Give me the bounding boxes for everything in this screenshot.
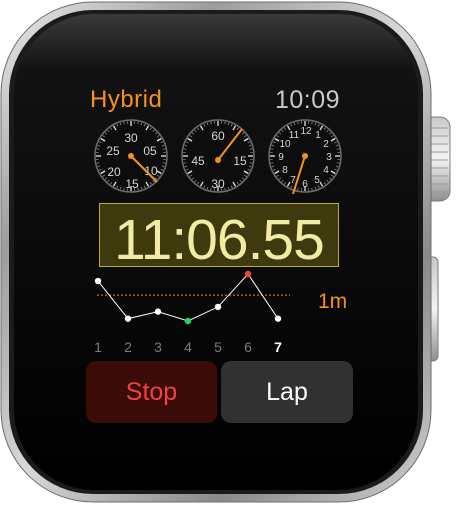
dial-label: 15 bbox=[233, 154, 247, 168]
lap-point bbox=[214, 303, 222, 311]
dial-tick bbox=[183, 148, 187, 150]
dial-label: 6 bbox=[302, 179, 308, 190]
dial-tick bbox=[183, 162, 187, 164]
elapsed-time-display: 11:06.55 bbox=[99, 203, 339, 272]
dial-tick bbox=[162, 148, 166, 150]
lap-point bbox=[154, 308, 162, 315]
dial-tick bbox=[137, 121, 139, 125]
dial-label: 30 bbox=[211, 177, 225, 191]
lap-point bbox=[124, 315, 132, 322]
lap-number: 4 bbox=[184, 339, 192, 355]
lap-number: 2 bbox=[124, 339, 132, 355]
dial-label: 11 bbox=[289, 130, 300, 141]
dial-label: 30 bbox=[124, 131, 138, 145]
lap-number: 3 bbox=[154, 339, 162, 355]
dial-tick bbox=[210, 121, 212, 125]
dial-tick bbox=[249, 148, 253, 150]
clock-time: 10:09 bbox=[275, 86, 341, 114]
dial-label: 25 bbox=[106, 144, 120, 158]
graph-span-label: 1m bbox=[318, 290, 348, 313]
dial-label: 9 bbox=[278, 152, 284, 163]
dial-tick bbox=[297, 187, 299, 191]
lap-number: 5 bbox=[214, 339, 222, 355]
dial-tick bbox=[123, 121, 125, 125]
dial-label: 5 bbox=[314, 175, 320, 186]
dial-tick bbox=[336, 148, 340, 150]
seconds-dial: 30 05 25 10 20 15 bbox=[94, 119, 168, 193]
app-title: Hybrid bbox=[90, 86, 163, 113]
dial-tick bbox=[224, 121, 226, 125]
dial-label: 60 bbox=[211, 129, 225, 143]
lap-number: 7 bbox=[274, 339, 282, 355]
minutes-dial: 60 45 15 30 bbox=[181, 119, 255, 193]
lap-number: 6 bbox=[244, 339, 252, 355]
dial-label: 4 bbox=[323, 165, 329, 176]
dial-label: 2 bbox=[323, 139, 329, 150]
stop-button[interactable]: Stop bbox=[86, 361, 217, 423]
dial-tick bbox=[311, 121, 313, 125]
dial-label: 1 bbox=[315, 130, 321, 141]
dial-tick bbox=[162, 162, 166, 164]
dial-tick bbox=[336, 162, 340, 164]
elapsed-time: 11:06.55 bbox=[114, 208, 325, 272]
lap-button[interactable]: Lap bbox=[221, 361, 353, 423]
dial-tick bbox=[270, 148, 274, 150]
dial-label: 15 bbox=[125, 177, 139, 191]
dial-tick bbox=[297, 121, 299, 125]
dial-label: 8 bbox=[282, 165, 288, 176]
dial-tick bbox=[96, 162, 100, 164]
dial-tick bbox=[311, 187, 313, 191]
dial-tick bbox=[96, 148, 100, 150]
lap-point bbox=[94, 277, 102, 285]
dial-tick bbox=[270, 162, 274, 164]
best-lap-point bbox=[184, 317, 192, 325]
dial-label: 45 bbox=[191, 154, 205, 168]
dial-tick bbox=[224, 187, 226, 191]
dial-label: 3 bbox=[326, 152, 332, 163]
dial-label: 05 bbox=[143, 144, 157, 158]
dial-label: 12 bbox=[300, 126, 312, 137]
lap-point bbox=[274, 315, 282, 322]
dial-tick bbox=[123, 187, 125, 191]
dial-label: 20 bbox=[107, 165, 121, 179]
lap-number: 1 bbox=[94, 339, 102, 355]
dial-tick bbox=[249, 162, 253, 164]
